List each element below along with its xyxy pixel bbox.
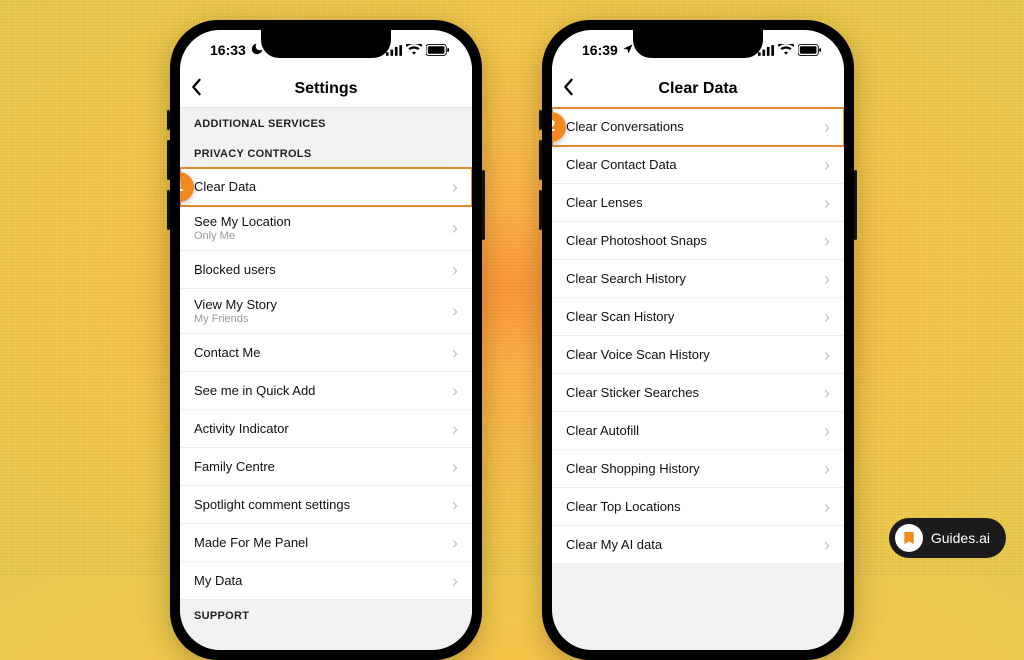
chevron-right-icon: › <box>824 232 830 250</box>
page-title: Clear Data <box>658 80 737 98</box>
nav-header: Settings <box>180 70 472 108</box>
chevron-right-icon: › <box>824 498 830 516</box>
row-clear-search-history[interactable]: Clear Search History › <box>552 260 844 298</box>
chevron-right-icon: › <box>452 302 458 320</box>
chevron-right-icon: › <box>452 382 458 400</box>
section-header: ADDITIONAL SERVICES <box>180 108 472 138</box>
battery-icon <box>798 44 822 56</box>
chevron-right-icon: › <box>824 536 830 554</box>
section-header: SUPPORT <box>180 600 472 630</box>
page-title: Settings <box>294 80 357 98</box>
row-label: Made For Me Panel <box>194 535 308 550</box>
row-label: Clear Conversations <box>566 119 684 134</box>
row-made-for-me[interactable]: Made For Me Panel › <box>180 524 472 562</box>
settings-list: 1 Clear Data › See My Location Only Me ›… <box>180 168 472 600</box>
chevron-right-icon: › <box>824 308 830 326</box>
row-label: Clear Lenses <box>566 195 643 210</box>
phone-notch <box>633 30 763 58</box>
row-view-my-story[interactable]: View My Story My Friends › <box>180 289 472 334</box>
wifi-icon <box>778 44 794 56</box>
row-sub: Only Me <box>194 230 291 242</box>
row-spotlight-comment[interactable]: Spotlight comment settings › <box>180 486 472 524</box>
row-label: Clear Search History <box>566 271 686 286</box>
row-label: Spotlight comment settings <box>194 497 350 512</box>
phone-mockup-left: 16:33 Settings ADDITIONAL SERVICES <box>170 20 482 660</box>
chevron-right-icon: › <box>824 346 830 364</box>
phone-mockup-right: 16:39 Clear Data 2 <box>542 20 854 660</box>
section-header: PRIVACY CONTROLS <box>180 138 472 168</box>
chevron-right-icon: › <box>824 194 830 212</box>
chevron-right-icon: › <box>824 270 830 288</box>
row-label: Clear Contact Data <box>566 157 677 172</box>
row-label: Blocked users <box>194 262 276 277</box>
chevron-right-icon: › <box>824 384 830 402</box>
clear-data-list: 2 Clear Conversations › Clear Contact Da… <box>552 108 844 564</box>
chevron-right-icon: › <box>452 178 458 196</box>
row-label: Clear Sticker Searches <box>566 385 699 400</box>
row-label: Clear Top Locations <box>566 499 681 514</box>
chevron-right-icon: › <box>452 458 458 476</box>
bookmark-icon <box>895 524 923 552</box>
status-time: 16:39 <box>582 42 618 58</box>
chevron-right-icon: › <box>824 422 830 440</box>
chevron-right-icon: › <box>824 118 830 136</box>
row-label: Contact Me <box>194 345 260 360</box>
row-label: See me in Quick Add <box>194 383 315 398</box>
row-sub: My Friends <box>194 313 277 325</box>
row-label: View My Story <box>194 297 277 312</box>
chevron-right-icon: › <box>452 572 458 590</box>
back-button[interactable] <box>562 78 574 100</box>
row-label: Clear Data <box>194 179 256 194</box>
row-label: Clear Photoshoot Snaps <box>566 233 707 248</box>
phone-notch <box>261 30 391 58</box>
row-clear-photoshoot[interactable]: Clear Photoshoot Snaps › <box>552 222 844 260</box>
row-label: Activity Indicator <box>194 421 289 436</box>
watermark-badge: Guides.ai <box>889 518 1006 558</box>
row-my-data[interactable]: My Data › <box>180 562 472 600</box>
chevron-right-icon: › <box>824 460 830 478</box>
row-see-my-location[interactable]: See My Location Only Me › <box>180 206 472 251</box>
row-clear-lenses[interactable]: Clear Lenses › <box>552 184 844 222</box>
row-activity-indicator[interactable]: Activity Indicator › <box>180 410 472 448</box>
chevron-right-icon: › <box>452 261 458 279</box>
row-clear-shopping[interactable]: Clear Shopping History › <box>552 450 844 488</box>
row-clear-conversations[interactable]: 2 Clear Conversations › <box>552 108 844 146</box>
status-time: 16:33 <box>210 42 246 58</box>
row-label: Clear Voice Scan History <box>566 347 710 362</box>
callout-badge: 1 <box>180 172 194 202</box>
callout-badge: 2 <box>552 112 566 142</box>
nav-header: Clear Data <box>552 70 844 108</box>
row-clear-top-locations[interactable]: Clear Top Locations › <box>552 488 844 526</box>
row-label: Clear Shopping History <box>566 461 700 476</box>
back-button[interactable] <box>190 78 202 100</box>
row-clear-sticker[interactable]: Clear Sticker Searches › <box>552 374 844 412</box>
row-clear-my-ai[interactable]: Clear My AI data › <box>552 526 844 564</box>
wifi-icon <box>406 44 422 56</box>
battery-icon <box>426 44 450 56</box>
watermark-label: Guides.ai <box>931 530 990 546</box>
chevron-right-icon: › <box>452 496 458 514</box>
row-clear-scan-history[interactable]: Clear Scan History › <box>552 298 844 336</box>
row-label: See My Location <box>194 214 291 229</box>
row-label: Clear Autofill <box>566 423 639 438</box>
chevron-right-icon: › <box>452 344 458 362</box>
row-contact-me[interactable]: Contact Me › <box>180 334 472 372</box>
chevron-right-icon: › <box>824 156 830 174</box>
row-label: Clear My AI data <box>566 537 662 552</box>
row-clear-contact-data[interactable]: Clear Contact Data › <box>552 146 844 184</box>
row-quick-add[interactable]: See me in Quick Add › <box>180 372 472 410</box>
row-label: Clear Scan History <box>566 309 674 324</box>
chevron-right-icon: › <box>452 420 458 438</box>
chevron-right-icon: › <box>452 534 458 552</box>
row-clear-data[interactable]: 1 Clear Data › <box>180 168 472 206</box>
location-icon <box>622 42 634 58</box>
row-label: My Data <box>194 573 242 588</box>
row-label: Family Centre <box>194 459 275 474</box>
row-clear-voice-scan[interactable]: Clear Voice Scan History › <box>552 336 844 374</box>
chevron-right-icon: › <box>452 219 458 237</box>
row-clear-autofill[interactable]: Clear Autofill › <box>552 412 844 450</box>
row-blocked-users[interactable]: Blocked users › <box>180 251 472 289</box>
row-family-centre[interactable]: Family Centre › <box>180 448 472 486</box>
